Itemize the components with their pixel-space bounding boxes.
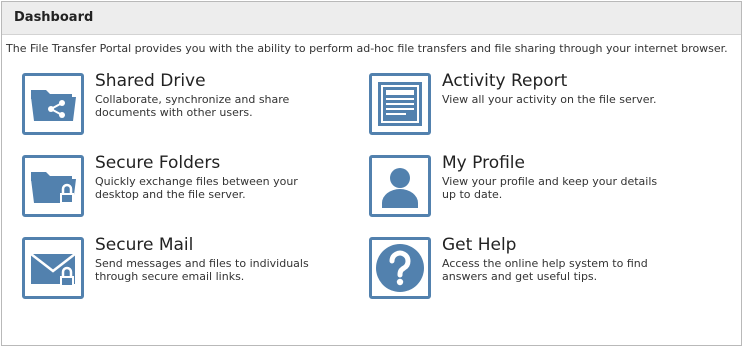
get-help-tile[interactable]: Get Help Access the online help system t… [369, 235, 699, 303]
secure-mail-icon [22, 237, 84, 299]
shared-drive-tile[interactable]: Shared Drive Collaborate, synchronize an… [22, 71, 352, 139]
secure-mail-description: Send messages and files to individuals t… [95, 257, 309, 283]
secure-folders-tile[interactable]: Secure Folders Quickly exchange files be… [22, 153, 352, 221]
user-profile-icon [369, 155, 431, 217]
my-profile-tile[interactable]: My Profile View your profile and keep yo… [369, 153, 699, 221]
get-help-title[interactable]: Get Help [442, 235, 516, 255]
shared-drive-description: Collaborate, synchronize and share docum… [95, 93, 290, 119]
activity-report-description: View all your activity on the file serve… [442, 93, 657, 106]
my-profile-title[interactable]: My Profile [442, 153, 525, 173]
shared-folder-icon [22, 73, 84, 135]
intro-text: The File Transfer Portal provides you wi… [6, 42, 728, 55]
report-document-icon [369, 73, 431, 135]
secure-mail-tile[interactable]: Secure Mail Send messages and files to i… [22, 235, 352, 303]
locked-folder-icon [22, 155, 84, 217]
secure-folders-title[interactable]: Secure Folders [95, 153, 220, 173]
secure-mail-title[interactable]: Secure Mail [95, 235, 193, 255]
secure-folders-description: Quickly exchange files between your desk… [95, 175, 298, 201]
get-help-description: Access the online help system to find an… [442, 257, 648, 283]
activity-report-title[interactable]: Activity Report [442, 71, 567, 91]
help-question-icon [369, 237, 431, 299]
panel-title: Dashboard [2, 2, 741, 35]
my-profile-description: View your profile and keep your details … [442, 175, 658, 201]
activity-report-tile[interactable]: Activity Report View all your activity o… [369, 71, 699, 139]
shared-drive-title[interactable]: Shared Drive [95, 71, 206, 91]
